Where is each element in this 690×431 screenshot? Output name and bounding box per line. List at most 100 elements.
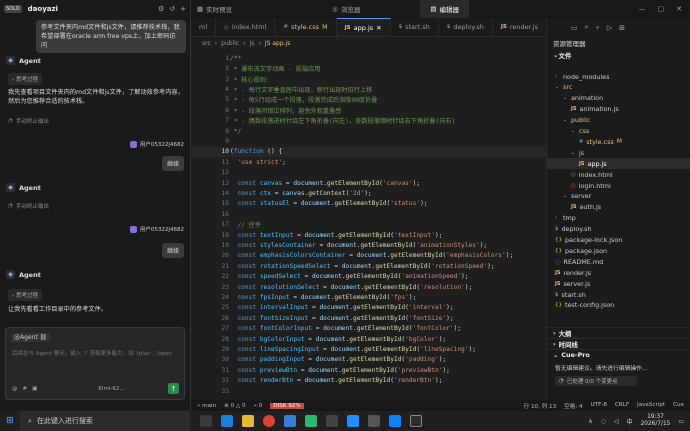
code-line[interactable]: 32 const renderBtn = document.getElement…: [191, 375, 546, 386]
code-text[interactable]: const textInput = document.getElementByI…: [230, 232, 442, 239]
file-tree-item[interactable]: JS auth.js: [547, 202, 601, 213]
code-line[interactable]: 16: [191, 209, 546, 220]
code-line[interactable]: 20 const emphasisColorsContainer = docum…: [191, 251, 546, 262]
wechat-icon[interactable]: [305, 415, 317, 427]
tab-browser[interactable]: ◎ 浏览器: [322, 0, 370, 18]
file-tree-item[interactable]: ⌄ server: [547, 191, 591, 202]
code-text[interactable]: const rotationSpeedSelect = document.get…: [230, 263, 494, 270]
volume-icon[interactable]: ◁: [614, 418, 619, 425]
explorer-app-icon[interactable]: [242, 415, 254, 427]
file-tree-item[interactable]: ⌄ public: [547, 115, 590, 126]
file-tree-item[interactable]: JS app.js: [547, 158, 690, 170]
app-icon[interactable]: [410, 415, 422, 427]
file-tree-item[interactable]: ◇ index.html: [547, 169, 613, 180]
editor-tab[interactable]: ml: [191, 18, 217, 36]
explorer-root[interactable]: ⌄ 文件: [547, 49, 690, 60]
file-tree-item[interactable]: $ deploy.sh: [547, 224, 592, 235]
app-icon[interactable]: [389, 415, 401, 427]
code-text[interactable]: const statusEl = document.getElementById…: [230, 200, 427, 207]
terminal-icon[interactable]: [368, 415, 380, 427]
run-icon[interactable]: ▷: [607, 24, 612, 32]
file-tree-item[interactable]: JS animation.js: [547, 104, 619, 115]
trae-icon[interactable]: [326, 415, 338, 427]
code-text[interactable]: /**: [230, 55, 241, 62]
encoding-setting[interactable]: UTF-8: [591, 402, 607, 410]
code-line[interactable]: 24 const fpsInput = document.getElementB…: [191, 292, 546, 303]
editor-tab[interactable]: # style.css M: [275, 18, 337, 36]
think-toggle[interactable]: › 思考过程: [8, 73, 42, 85]
code-editor[interactable]: 1/** 2 * 瀑布流文字动画 - 前端应用 3 * 核心规则: 4 * - 每行文…: [191, 50, 546, 400]
code-text[interactable]: const lineSpacingInput = document.getEle…: [230, 346, 476, 353]
close-icon[interactable]: ✕: [376, 24, 381, 32]
code-line[interactable]: 18 const textInput = document.getElement…: [191, 230, 546, 241]
code-text[interactable]: 'use strict';: [230, 159, 285, 166]
code-text[interactable]: const emphasisColorsContainer = document…: [230, 252, 513, 259]
editor-tab[interactable]: ◇ index.html: [216, 18, 276, 36]
outline-section[interactable]: › 大纲: [547, 327, 690, 338]
code-text[interactable]: */: [230, 128, 241, 135]
code-text[interactable]: * - 偶数段落进时针绕左下角折叠(向左)，奇数段落顺时针绕右下角折叠(向右): [230, 116, 456, 125]
breadcrumb-item[interactable]: public: [221, 40, 239, 47]
file-tree-item[interactable]: › tmp: [547, 213, 576, 224]
code-line[interactable]: 4 * - 每行文字垂直居中出现，新行出现时旧行上移: [191, 84, 546, 95]
code-line[interactable]: 5 * - 每5行组成一个段落，段落完成后渐隐90度折叠: [191, 95, 546, 106]
chat-input-box[interactable]: @Agent ⛓ 后续在与 Agent 聊天。输入 '/' 获取更多能力，如 '…: [5, 327, 185, 400]
file-tree-item[interactable]: JS render.js: [547, 267, 591, 278]
taskbar-search[interactable]: ⌕ 在此键入进行搜索: [20, 411, 190, 431]
code-text[interactable]: (function () {: [230, 148, 282, 155]
file-tree-item[interactable]: ◇ login.html: [547, 180, 611, 191]
breadcrumb-item[interactable]: js: [250, 40, 255, 47]
code-line[interactable]: 33: [191, 386, 546, 397]
code-line[interactable]: 14 const ctx = canvas.getContext('2d');: [191, 188, 546, 199]
at-icon[interactable]: @: [12, 386, 18, 392]
settings-icon[interactable]: ⚙: [158, 5, 164, 13]
file-tree-item[interactable]: # style.css M: [547, 136, 628, 147]
maximize-icon[interactable]: ▢: [658, 5, 665, 13]
tab-live-preview[interactable]: ▦ 实时预览: [191, 0, 242, 18]
send-icon[interactable]: ↑: [168, 383, 179, 394]
code-line[interactable]: 15 const statusEl = document.getElementB…: [191, 199, 546, 210]
editor-tab[interactable]: JS render.js: [493, 18, 547, 36]
code-line[interactable]: 2 * 瀑布流文字动画 - 前端应用: [191, 63, 546, 74]
code-line[interactable]: 19 const stylesContainer = document.getE…: [191, 240, 546, 251]
edge-icon[interactable]: [221, 415, 233, 427]
breadcrumb-item[interactable]: src: [202, 40, 211, 47]
code-text[interactable]: * - 段落间错位排列，避免外观重叠感: [230, 106, 342, 115]
file-tree-item[interactable]: ⓘ README.md: [547, 256, 603, 267]
code-text[interactable]: * - 每5行组成一个段落，段落完成后渐隐90度折叠: [230, 95, 378, 104]
code-line[interactable]: 28 const bgColorInput = document.getElem…: [191, 334, 546, 345]
code-line[interactable]: 27 const fontColorInput = document.getEl…: [191, 323, 546, 334]
chat-input-placeholder[interactable]: 后续在与 Agent 聊天。输入 '/' 获取更多能力，如 '/plan', '…: [12, 350, 182, 358]
app-icon[interactable]: [284, 415, 296, 427]
clock[interactable]: 19:37 2026/7/15: [641, 414, 671, 428]
history-icon[interactable]: ↺: [169, 5, 175, 13]
editor-tab-active[interactable]: JS app.js ✕: [336, 18, 391, 36]
code-text[interactable]: const canvas = document.getElementById('…: [230, 180, 420, 187]
file-tree-item[interactable]: ⌄ src: [547, 82, 572, 93]
file-tree-item[interactable]: $ start.sh: [547, 289, 586, 300]
indent-setting[interactable]: 空格: 4: [564, 402, 582, 410]
model-select[interactable]: Kimi-K2...: [98, 386, 124, 392]
image-icon[interactable]: ▣: [32, 386, 37, 392]
code-text[interactable]: const previewBtn = document.getElementBy…: [230, 367, 449, 374]
windows-start-icon[interactable]: ⊞: [0, 416, 20, 426]
eol-setting[interactable]: CRLF: [615, 402, 629, 410]
code-line[interactable]: 23 const resolutionSelect = document.get…: [191, 282, 546, 293]
file-tree-item[interactable]: ⌄ animation: [547, 93, 603, 104]
code-text[interactable]: const fontColorInput = document.getEleme…: [230, 325, 461, 332]
code-text[interactable]: const intervalInput = document.getElemen…: [230, 304, 453, 311]
code-text[interactable]: const resolutionSelect = document.getEle…: [230, 284, 472, 291]
agent-mention-tag[interactable]: @Agent ⛓: [11, 333, 51, 342]
code-line[interactable]: 25 const intervalInput = document.getEle…: [191, 303, 546, 314]
chrome-icon[interactable]: [263, 415, 275, 427]
file-tree-item[interactable]: {} package.json: [547, 245, 607, 256]
search-icon[interactable]: ⌕: [585, 23, 589, 32]
code-text[interactable]: const ctx = canvas.getContext('2d');: [230, 190, 371, 197]
notification-icon[interactable]: ▭: [678, 418, 684, 425]
code-text[interactable]: const speedSelect = document.getElementB…: [230, 273, 468, 280]
code-line[interactable]: 31 const previewBtn = document.getElemen…: [191, 365, 546, 376]
code-line[interactable]: 3 * 核心规则:: [191, 74, 546, 85]
code-text[interactable]: * 瀑布流文字动画 - 前端应用: [230, 64, 321, 73]
code-line[interactable]: 21 const rotationSpeedSelect = document.…: [191, 261, 546, 272]
file-tree-item[interactable]: › node_modules: [547, 71, 609, 82]
